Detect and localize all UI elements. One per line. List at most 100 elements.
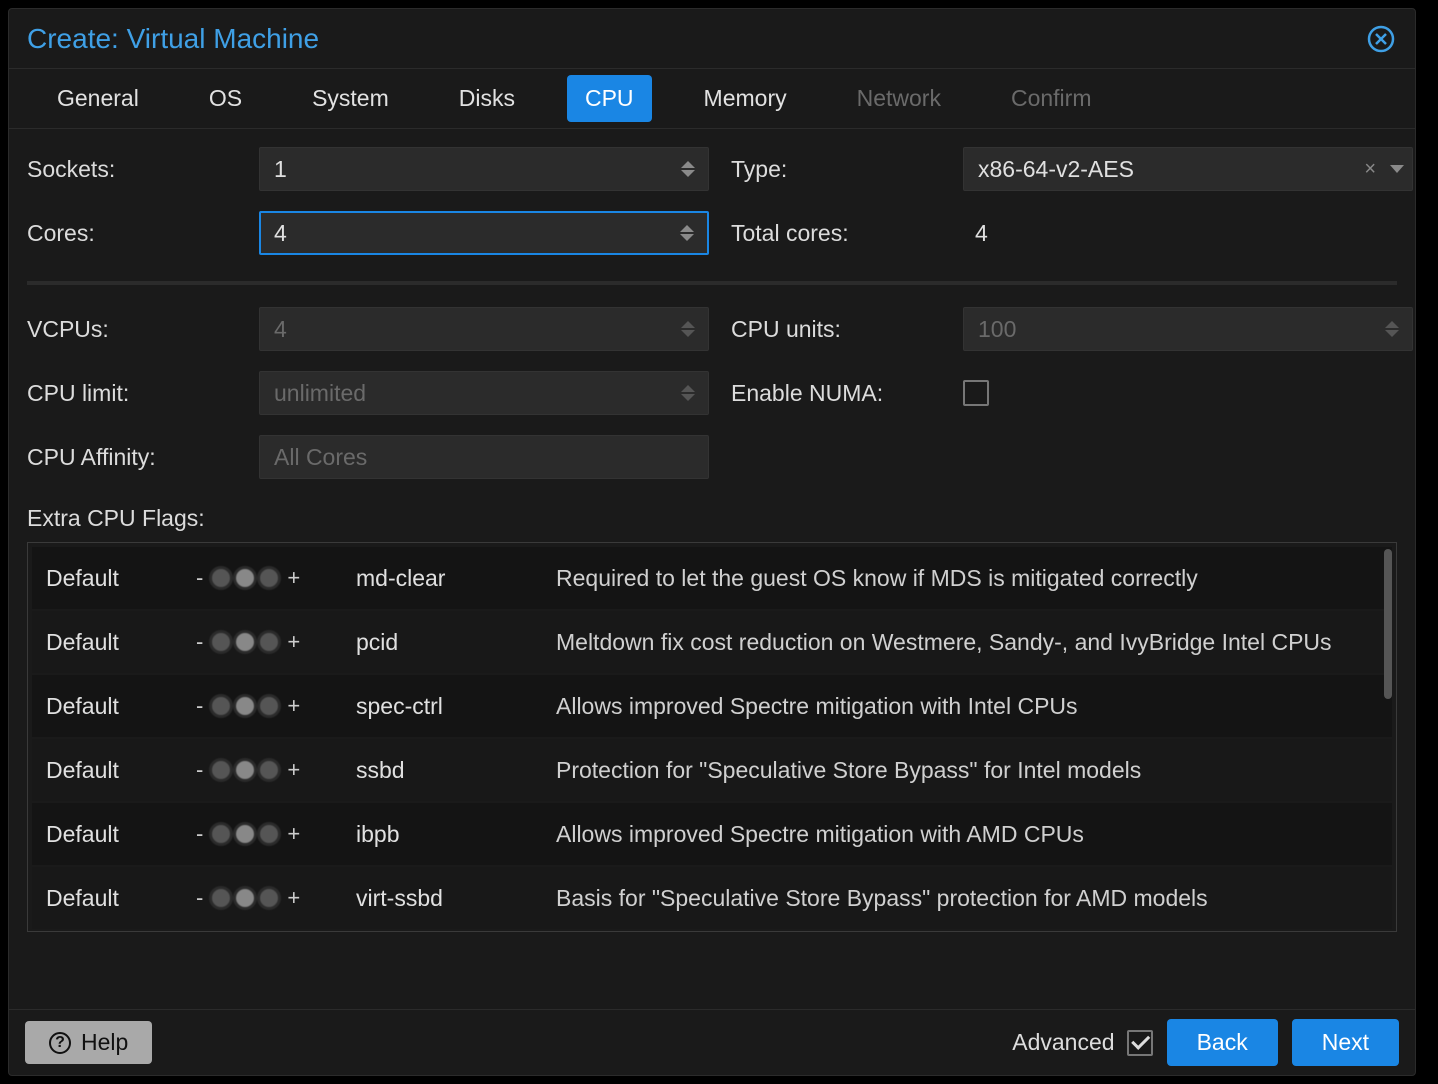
cpu-flag-row: Default-+md-clearRequired to let the gue… xyxy=(32,547,1392,611)
sockets-label: Sockets: xyxy=(27,156,237,183)
numa-label: Enable NUMA: xyxy=(731,380,941,407)
chevron-down-icon xyxy=(681,394,695,401)
cpuunits-input[interactable]: 100 xyxy=(963,307,1413,351)
tristate-on-icon xyxy=(257,630,281,654)
vcpus-value: 4 xyxy=(274,316,668,343)
flag-tristate[interactable]: -+ xyxy=(196,629,356,655)
minus-icon: - xyxy=(196,821,203,847)
minus-icon: - xyxy=(196,629,203,655)
cpuunits-label: CPU units: xyxy=(731,316,941,343)
titlebar: Create: Virtual Machine xyxy=(9,9,1415,69)
flag-name: md-clear xyxy=(356,565,556,592)
cpuunits-spinner[interactable] xyxy=(1380,308,1404,350)
flag-state: Default xyxy=(46,693,196,720)
divider xyxy=(27,281,1397,285)
plus-icon: + xyxy=(287,821,300,847)
advanced-toggle[interactable]: Advanced xyxy=(1012,1029,1152,1056)
extra-flags-label: Extra CPU Flags: xyxy=(27,505,1397,532)
flag-description: Protection for "Speculative Store Bypass… xyxy=(556,757,1378,784)
cores-input[interactable]: 4 xyxy=(259,211,709,255)
tristate-default-icon xyxy=(233,694,257,718)
plus-icon: + xyxy=(287,693,300,719)
type-combobox[interactable]: x86-64-v2-AES × xyxy=(963,147,1413,191)
sockets-spinner[interactable] xyxy=(676,148,700,190)
chevron-down-icon xyxy=(1390,165,1404,173)
tristate-off-icon xyxy=(209,630,233,654)
cpu-flag-row: Default-+spec-ctrlAllows improved Spectr… xyxy=(32,675,1392,739)
flag-description: Meltdown fix cost reduction on Westmere,… xyxy=(556,629,1378,656)
minus-icon: - xyxy=(196,757,203,783)
tristate-on-icon xyxy=(257,694,281,718)
wizard-tabs: General OS System Disks CPU Memory Netwo… xyxy=(9,69,1415,129)
type-value: x86-64-v2-AES xyxy=(978,156,1372,183)
tristate-off-icon xyxy=(209,758,233,782)
tab-disks[interactable]: Disks xyxy=(441,75,533,122)
flag-description: Basis for "Speculative Store Bypass" pro… xyxy=(556,885,1378,912)
flag-name: ssbd xyxy=(356,757,556,784)
cores-label: Cores: xyxy=(27,220,237,247)
tristate-default-icon xyxy=(233,886,257,910)
flag-tristate[interactable]: -+ xyxy=(196,821,356,847)
cores-spinner[interactable] xyxy=(675,213,699,253)
cpulimit-input[interactable]: unlimited xyxy=(259,371,709,415)
advanced-checkbox[interactable] xyxy=(1127,1030,1153,1056)
chevron-down-icon xyxy=(681,330,695,337)
plus-icon: + xyxy=(287,629,300,655)
vcpus-input[interactable]: 4 xyxy=(259,307,709,351)
cpu-grid-adv: VCPUs: 4 CPU units: 100 CPU limit: unlim… xyxy=(27,307,1397,479)
vcpus-spinner[interactable] xyxy=(676,308,700,350)
tab-memory[interactable]: Memory xyxy=(686,75,805,122)
tab-network: Network xyxy=(839,75,959,122)
tab-cpu[interactable]: CPU xyxy=(567,75,652,122)
cpulimit-placeholder: unlimited xyxy=(274,380,668,407)
flag-tristate[interactable]: -+ xyxy=(196,693,356,719)
cpuunits-value: 100 xyxy=(978,316,1372,343)
tristate-default-icon xyxy=(233,566,257,590)
minus-icon: - xyxy=(196,885,203,911)
flag-name: ibpb xyxy=(356,821,556,848)
minus-icon: - xyxy=(196,565,203,591)
chevron-up-icon xyxy=(681,161,695,168)
next-button[interactable]: Next xyxy=(1292,1019,1399,1066)
back-button[interactable]: Back xyxy=(1167,1019,1278,1066)
chevron-up-icon xyxy=(681,385,695,392)
cpu-grid-top: Sockets: 1 Type: x86-64-v2-AES × Cores: … xyxy=(27,147,1397,255)
flag-tristate[interactable]: -+ xyxy=(196,565,356,591)
scrollbar-thumb[interactable] xyxy=(1384,549,1392,699)
close-button[interactable] xyxy=(1365,23,1397,55)
cpu-flag-row: Default-+ssbdProtection for "Speculative… xyxy=(32,739,1392,803)
flag-state: Default xyxy=(46,885,196,912)
help-button[interactable]: ? Help xyxy=(25,1021,152,1064)
tab-os[interactable]: OS xyxy=(191,75,260,122)
plus-icon: + xyxy=(287,757,300,783)
chevron-down-icon xyxy=(681,170,695,177)
flag-tristate[interactable]: -+ xyxy=(196,885,356,911)
clear-icon[interactable]: × xyxy=(1364,158,1376,181)
chevron-down-icon xyxy=(1385,330,1399,337)
affinity-input[interactable]: All Cores xyxy=(259,435,709,479)
cpulimit-spinner[interactable] xyxy=(676,372,700,414)
numa-checkbox[interactable] xyxy=(963,380,989,406)
tab-general[interactable]: General xyxy=(39,75,157,122)
cpu-flags-list: Default-+md-clearRequired to let the gue… xyxy=(28,543,1396,932)
cores-value: 4 xyxy=(274,220,668,247)
tab-system[interactable]: System xyxy=(294,75,407,122)
tristate-on-icon xyxy=(257,758,281,782)
chevron-down-icon xyxy=(680,234,694,241)
flag-state: Default xyxy=(46,565,196,592)
type-label: Type: xyxy=(731,156,941,183)
cpulimit-label: CPU limit: xyxy=(27,380,237,407)
help-label: Help xyxy=(81,1029,128,1056)
tristate-on-icon xyxy=(257,566,281,590)
affinity-label: CPU Affinity: xyxy=(27,444,237,471)
sockets-value: 1 xyxy=(274,156,668,183)
flag-tristate[interactable]: -+ xyxy=(196,757,356,783)
tristate-off-icon xyxy=(209,566,233,590)
flag-state: Default xyxy=(46,629,196,656)
advanced-label: Advanced xyxy=(1012,1029,1114,1056)
vcpus-label: VCPUs: xyxy=(27,316,237,343)
flag-description: Required to let the guest OS know if MDS… xyxy=(556,565,1378,592)
tristate-default-icon xyxy=(233,758,257,782)
sockets-input[interactable]: 1 xyxy=(259,147,709,191)
total-cores-value: 4 xyxy=(963,220,1413,247)
